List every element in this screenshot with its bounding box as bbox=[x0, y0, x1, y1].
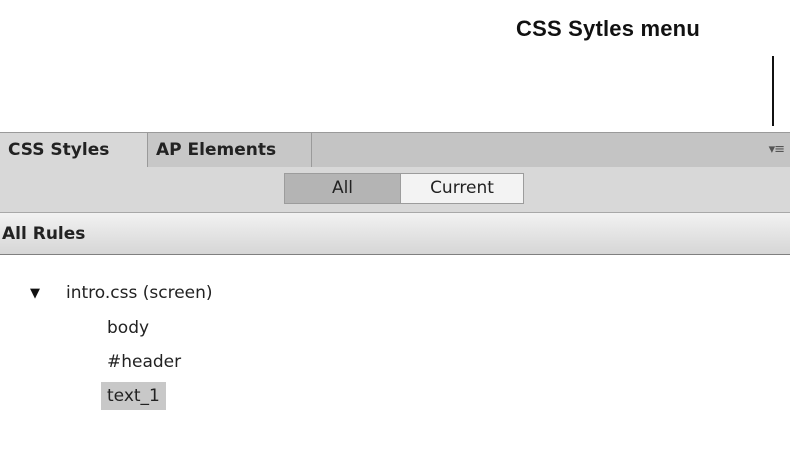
rule-row-body[interactable]: body bbox=[107, 314, 149, 342]
stylesheet-row[interactable]: intro.css (screen) bbox=[66, 279, 213, 307]
panel-options-menu-icon[interactable]: ▾≡ bbox=[769, 142, 785, 158]
view-toggle-row: All Current bbox=[0, 167, 790, 213]
tab-ap-elements[interactable]: AP Elements bbox=[148, 133, 312, 168]
rule-label: #header bbox=[107, 352, 182, 372]
callout-pointer-line bbox=[772, 56, 774, 126]
expand-triangle-icon[interactable]: ▼ bbox=[30, 287, 40, 301]
tab-css-styles[interactable]: CSS Styles bbox=[0, 133, 148, 168]
all-rules-header: All Rules bbox=[0, 213, 790, 255]
rules-tree: ▼ intro.css (screen) body #header text_1 bbox=[0, 255, 790, 456]
all-toggle-button[interactable]: All bbox=[285, 174, 401, 203]
callout-label: CSS Sytles menu bbox=[516, 16, 700, 41]
stylesheet-label: intro.css (screen) bbox=[66, 283, 213, 303]
rule-label: body bbox=[107, 318, 150, 338]
css-styles-panel: CSS Styles AP Elements ▾≡ All Current Al… bbox=[0, 132, 790, 456]
rule-row-text-1[interactable]: text_1 bbox=[101, 382, 166, 410]
panel-tab-bar: CSS Styles AP Elements ▾≡ bbox=[0, 132, 790, 168]
rule-label: text_1 bbox=[107, 386, 160, 406]
rule-row-header[interactable]: #header bbox=[107, 348, 181, 376]
current-toggle-button[interactable]: Current bbox=[401, 174, 523, 203]
view-toggle: All Current bbox=[284, 173, 524, 204]
